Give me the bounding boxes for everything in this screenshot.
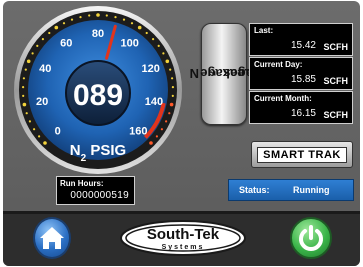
gauge-tick-mark	[155, 135, 158, 138]
gauge-tick-mark	[54, 25, 59, 30]
gauge-readout: 089	[73, 79, 123, 112]
gauge-tick-mark	[157, 44, 160, 48]
gauge-tick-mark	[160, 128, 163, 131]
gauge-tick-mark	[31, 52, 34, 55]
run-hours-label: Run Hours:	[60, 179, 104, 188]
smarttrak-label: SMART TRAK	[257, 146, 347, 163]
gauge-tick-mark	[70, 18, 74, 21]
gauge-tick-mark	[114, 16, 117, 19]
gauge-tick-label: 120	[142, 63, 160, 75]
gauge-tick-label: 60	[60, 38, 72, 50]
gauge-tick-mark	[122, 18, 126, 21]
avg-current-day-label: Current Day:	[254, 60, 303, 69]
gauge-tick-mark	[25, 112, 28, 115]
status-label: Status:	[239, 185, 270, 195]
power-icon	[299, 225, 323, 251]
avg-current-month-box: Current Month: 16.15 SCFH	[249, 91, 353, 124]
gauge-tick-mark	[165, 120, 168, 123]
home-icon	[40, 227, 64, 249]
gauge-tick-mark	[22, 94, 25, 97]
gauge-tick-mark	[171, 86, 174, 89]
avg-current-month-unit: SCFH	[323, 110, 349, 120]
gauge-tick-label: 100	[121, 38, 139, 50]
gauge-tick-mark	[28, 120, 31, 123]
smarttrak-button[interactable]: SMART TRAK	[251, 141, 353, 168]
gauge-tick-mark	[105, 14, 108, 17]
gauge-tick-mark	[22, 102, 27, 107]
gauge-tick-mark	[22, 86, 25, 89]
avg-last-unit: SCFH	[323, 42, 349, 52]
home-button[interactable]	[33, 217, 71, 259]
gauge-tick-mark	[43, 141, 47, 145]
gauge-tick-mark	[152, 38, 155, 41]
gauge-tick-mark	[79, 16, 82, 19]
avg-last-label: Last:	[254, 26, 274, 35]
status-value: Running	[293, 185, 330, 195]
gauge-tick-mark	[169, 102, 174, 107]
status-bar: Status: Running	[228, 179, 354, 201]
logo-brand-subtitle: Systems	[162, 244, 205, 251]
leakage-averages-label: N2 LeakageAverages	[189, 65, 281, 81]
gauge-tick-mark	[33, 128, 36, 131]
gauge-tick-label: 40	[39, 63, 51, 75]
power-button[interactable]	[290, 217, 332, 259]
gauge-tick-label: 0	[55, 125, 61, 137]
gauge-tick-label: 20	[36, 96, 48, 108]
avg-current-day-value: 15.85	[290, 74, 316, 85]
gauge-tick-mark	[171, 94, 174, 97]
logo-brand-name: South-Tek	[147, 226, 220, 243]
gauge-tick-mark	[26, 59, 31, 64]
gauge-tick-mark	[22, 77, 25, 80]
gauge-tick-mark	[149, 141, 153, 145]
gauge-tick-label: 140	[145, 96, 163, 108]
app-screen: 0 20 40 60 80 100 120 140 160 089 N2 PSIG N2 Lea…	[3, 1, 360, 266]
gauge-tick-mark	[24, 68, 27, 71]
avg-current-day-box: Current Day: 15.85 SCFH	[249, 57, 353, 90]
gauge-tick-mark	[162, 52, 165, 55]
gauge-tick-label: 80	[92, 28, 104, 40]
gauge-tick-mark	[48, 31, 51, 35]
avg-last-box: Last: 15.42 SCFH	[249, 23, 353, 56]
avg-current-month-value: 16.15	[290, 108, 316, 119]
run-hours-value: 0000000519	[70, 190, 129, 201]
gauge-tick-mark	[62, 22, 66, 25]
gauge-tick-mark	[168, 112, 171, 115]
south-tek-logo: South-Tek Systems	[120, 220, 246, 256]
avg-current-day-unit: SCFH	[323, 76, 349, 86]
avg-last-value: 15.42	[290, 40, 316, 51]
gauge-tick-mark	[145, 31, 148, 35]
gauge-tick-mark	[41, 38, 45, 41]
run-hours-box: Run Hours: 0000000519	[56, 176, 135, 205]
gauge-tick-mark	[130, 22, 134, 25]
gauge-tick-mark	[165, 59, 170, 64]
gauge-tick-mark	[96, 13, 100, 17]
avg-current-month-label: Current Month:	[254, 94, 312, 103]
gauge-tick-mark	[38, 135, 41, 138]
gauge-tick-mark	[137, 25, 142, 30]
gauge-tick-mark	[36, 44, 39, 48]
gauge-tick-mark	[88, 14, 91, 17]
gauge-tick-label: 160	[129, 125, 147, 137]
